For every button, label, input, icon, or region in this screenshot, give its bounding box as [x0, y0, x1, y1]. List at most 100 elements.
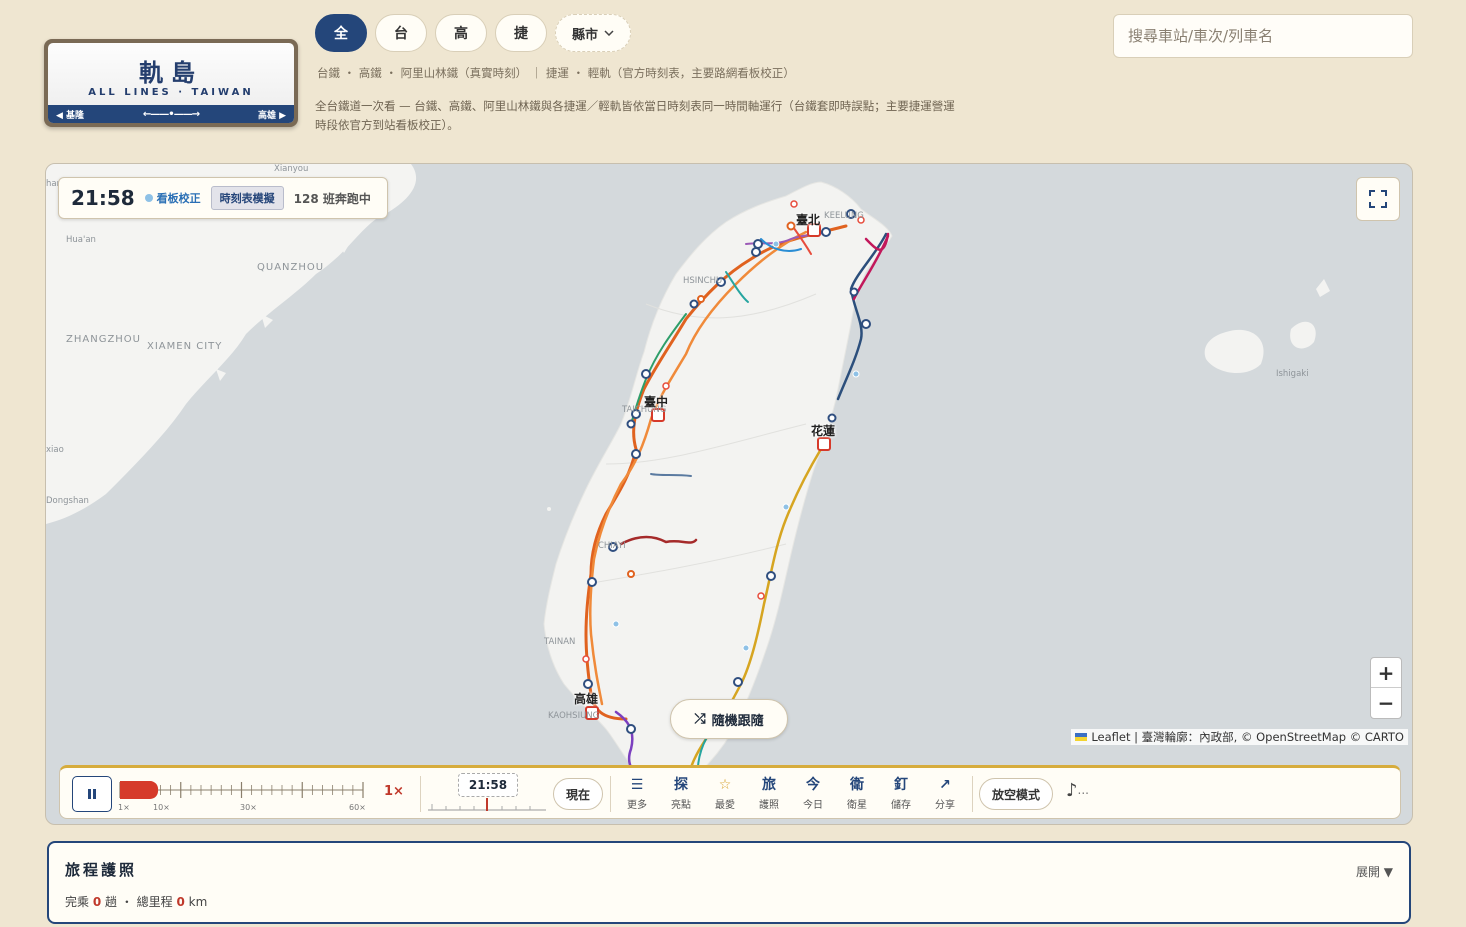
ukraine-flag-icon	[1075, 733, 1088, 741]
rail-map[interactable]: Xianyou Hua'an QUANZHOU ZHANGZHOU XIAMEN…	[45, 163, 1413, 825]
passport-expand-button[interactable]: 展開 ▼	[1356, 863, 1393, 880]
menu-icon: ☰	[630, 777, 644, 793]
random-follow-button[interactable]: ⤮ 隨機跟隨	[670, 699, 788, 739]
logo-right-station: 高雄 ▶	[257, 110, 286, 121]
divider	[610, 776, 611, 812]
satellite-icon: 衛	[850, 777, 864, 793]
logo-arrow: ←——•——→	[142, 108, 200, 120]
place-ishigaki: Ishigaki	[1276, 369, 1309, 379]
place-quanzhou: QUANZHOU	[257, 262, 325, 273]
satellite-button[interactable]: 衛 衛星	[837, 776, 877, 811]
speed-slider[interactable]: 1× 10× 30× 60×	[118, 776, 378, 814]
city-label-taichung[interactable]: 臺中	[644, 393, 668, 410]
place-xiao: xiao	[46, 445, 64, 455]
explore-icon: 探	[674, 777, 688, 793]
speed-track	[119, 780, 364, 800]
zoom-out-button[interactable]: −	[1371, 688, 1401, 718]
app-logo[interactable]: 軌島 ALL LINES · TAIWAN ◀ 基隆 ←——•——→ 高雄 ▶	[44, 39, 298, 127]
filter-metro-button[interactable]: 捷	[495, 14, 547, 52]
calibration-status: 看板校正	[144, 190, 201, 206]
share-button[interactable]: ↗ 分享	[925, 776, 965, 811]
systems-subtitle: 台鐵 ・ 高鐵 ・ 阿里山林鐵（真實時刻） ｜ 捷運 ・ 輕軌（官方時刻表，主要…	[317, 66, 795, 80]
county-filter-dropdown[interactable]: 縣市	[555, 14, 631, 52]
page-description: 全台鐵道一次看 — 台鐵、高鐵、阿里山林鐵與各捷運／輕軌皆依當日時刻表同一時間軸…	[315, 99, 955, 132]
divider	[972, 776, 973, 812]
trips-count: 0	[92, 895, 102, 909]
speed-label-60x: 60×	[349, 803, 366, 812]
map-attribution[interactable]: Leaflet | 臺灣輪廓：內政部, © OpenStreetMap © CA…	[1071, 729, 1408, 745]
zen-mode-button[interactable]: 放空模式	[979, 778, 1053, 810]
filter-all-button[interactable]: 全	[315, 14, 367, 52]
passport-stats: 完乘 0 趟 ・ 總里程 0 km	[65, 893, 207, 910]
passport-button[interactable]: 旅 護照	[749, 776, 789, 811]
fullscreen-button[interactable]	[1356, 177, 1400, 221]
satellite-label: 衛星	[847, 800, 867, 811]
music-more-label: ...	[1077, 783, 1089, 797]
logo-subtitle: ALL LINES · TAIWAN	[88, 87, 254, 98]
stats-middle: 趟 ・ 總里程	[101, 895, 177, 909]
system-filter-group: 全 台 高 捷 縣市	[315, 14, 631, 52]
passport-title: 旅程護照	[65, 861, 138, 879]
stats-suffix: km	[184, 895, 208, 909]
passport-label: 護照	[759, 800, 779, 811]
favorites-label: 最愛	[715, 800, 735, 811]
save-label: 儲存	[891, 800, 911, 811]
share-icon: ↗	[939, 777, 951, 793]
timeline-time[interactable]: 21:58	[458, 773, 518, 797]
place-zhangzhou: ZHANGZHOU	[66, 334, 142, 345]
playback-control-panel: 1× 10× 30× 60× 1× 21:58 現在 ☰ 更多 探 亮點 ☆ 最…	[59, 765, 1401, 819]
distance-total: 0	[176, 895, 185, 909]
place-keelung: KEELUNG	[824, 211, 864, 221]
current-time: 21:58	[71, 186, 135, 210]
music-button[interactable]: ♪...	[1066, 780, 1089, 801]
now-button[interactable]: 現在	[553, 778, 603, 810]
calibration-label: 看板校正	[156, 192, 201, 205]
divider	[420, 776, 421, 812]
status-dot-icon	[144, 194, 153, 202]
share-label: 分享	[935, 800, 955, 811]
pause-icon	[88, 789, 96, 799]
city-label-hualien[interactable]: 花蓮	[811, 422, 835, 439]
favorites-button[interactable]: ☆ 最愛	[705, 776, 745, 811]
save-button[interactable]: 釘 儲存	[881, 776, 921, 811]
timeline-scrubber[interactable]	[426, 798, 548, 812]
logo-station-bar: ◀ 基隆 ←——•——→ 高雄 ▶	[48, 105, 294, 123]
logo-left-station: ◀ 基隆	[56, 110, 85, 121]
more-label: 更多	[627, 800, 647, 811]
place-xiamen: XIAMEN CITY	[147, 341, 223, 352]
place-huaan: Hua'an	[66, 235, 96, 245]
speed-handle[interactable]	[120, 780, 159, 800]
simulation-mode-badge[interactable]: 時刻表模擬	[210, 186, 284, 210]
speed-label-1x: 1×	[118, 803, 130, 812]
travel-icon: 旅	[762, 777, 776, 793]
music-note-icon: ♪	[1066, 780, 1078, 801]
pin-icon: 釘	[894, 777, 908, 793]
highlights-label: 亮點	[671, 800, 691, 811]
stats-prefix: 完乘	[65, 895, 93, 909]
place-hsinchu: HSINCHU	[683, 276, 723, 286]
today-button[interactable]: 今 今日	[793, 776, 833, 811]
speed-label-10x: 10×	[153, 803, 170, 812]
speed-label-30x: 30×	[240, 803, 257, 812]
city-label-taipei[interactable]: 臺北	[796, 211, 820, 228]
filter-tra-button[interactable]: 台	[375, 14, 427, 52]
fullscreen-icon	[1369, 190, 1387, 208]
place-dongshan: Dongshan	[46, 496, 89, 506]
place-kaohsiung: KAOHSIUNG	[548, 711, 600, 721]
random-follow-label: 隨機跟隨	[711, 713, 764, 729]
zoom-in-button[interactable]: +	[1371, 658, 1401, 688]
place-xianyou: Xianyou	[274, 164, 309, 174]
today-icon: 今	[806, 777, 820, 793]
today-label: 今日	[803, 800, 823, 811]
county-filter-label: 縣市	[571, 27, 598, 43]
search-input[interactable]	[1113, 14, 1413, 58]
more-button[interactable]: ☰ 更多	[617, 776, 657, 811]
journey-passport-panel: 旅程護照 展開 ▼ 完乘 0 趟 ・ 總里程 0 km	[47, 841, 1411, 924]
pause-button[interactable]	[72, 776, 112, 812]
shuffle-icon: ⤮	[694, 711, 706, 727]
highlights-button[interactable]: 探 亮點	[661, 776, 701, 811]
filter-hsr-button[interactable]: 高	[435, 14, 487, 52]
running-trains-count: 128 班奔跑中	[293, 191, 371, 206]
city-label-kaohsiung[interactable]: 高雄	[574, 690, 598, 707]
current-speed: 1×	[384, 784, 404, 799]
